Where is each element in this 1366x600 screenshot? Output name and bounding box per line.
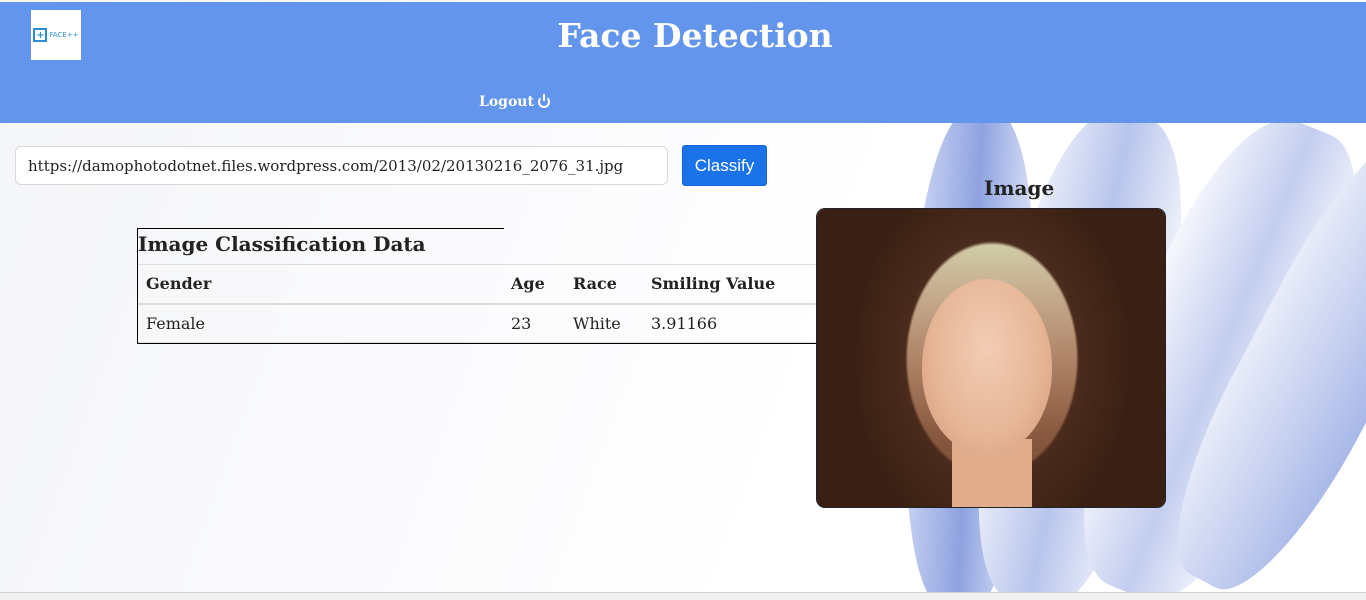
column-header-age: Age bbox=[503, 264, 565, 305]
image-url-input[interactable] bbox=[15, 146, 668, 185]
power-icon bbox=[537, 94, 550, 108]
bottom-scroll-area bbox=[0, 592, 1366, 600]
cell-race: White bbox=[565, 303, 643, 343]
image-heading: Image bbox=[984, 176, 1055, 200]
column-header-gender: Gender bbox=[138, 264, 503, 305]
photo-face bbox=[922, 279, 1052, 454]
logout-label: Logout bbox=[479, 94, 534, 110]
classification-data-section: Image Classification Data Gender Age Rac… bbox=[137, 228, 817, 344]
logout-link[interactable]: Logout bbox=[479, 94, 550, 110]
cell-age: 23 bbox=[503, 303, 565, 343]
cell-smiling-value: 3.91166 bbox=[643, 303, 817, 343]
cell-gender: Female bbox=[138, 303, 503, 343]
classification-heading: Image Classification Data bbox=[138, 232, 426, 256]
table-row: Female 23 White 3.91166 bbox=[138, 303, 817, 343]
table-header-row: Gender Age Race Smiling Value bbox=[138, 264, 817, 305]
section-bottom-border bbox=[137, 343, 817, 344]
page-title: Face Detection bbox=[557, 16, 833, 55]
classify-button[interactable]: Classify bbox=[682, 145, 767, 186]
classification-table: Gender Age Race Smiling Value Female 23 … bbox=[138, 264, 817, 343]
column-header-race: Race bbox=[565, 264, 643, 305]
section-top-border bbox=[137, 228, 504, 229]
classified-photo bbox=[816, 208, 1166, 508]
top-header: + FACE++ Face Detection Logout bbox=[0, 2, 1366, 123]
column-header-smiling: Smiling Value bbox=[643, 264, 817, 305]
